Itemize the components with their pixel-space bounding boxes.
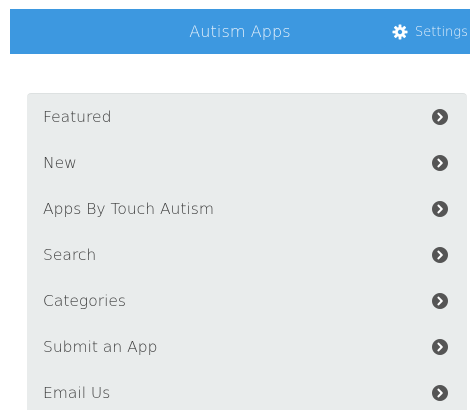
- chevron-right-circle-icon: [432, 293, 448, 309]
- menu-item-label: Apps By Touch Autism: [43, 200, 214, 218]
- gear-icon: [392, 24, 408, 40]
- menu-item-new[interactable]: New: [27, 140, 467, 186]
- menu-item-search[interactable]: Search: [27, 232, 467, 278]
- menu-item-label: Search: [43, 246, 97, 264]
- main-menu: Featured New Apps By Touch Autism Search: [27, 93, 467, 410]
- settings-button[interactable]: Settings: [382, 17, 470, 47]
- menu-item-apps-by-touch-autism[interactable]: Apps By Touch Autism: [27, 186, 467, 232]
- chevron-right-circle-icon: [432, 339, 448, 355]
- menu-item-featured[interactable]: Featured: [27, 94, 467, 140]
- chevron-right-circle-icon: [432, 385, 448, 401]
- navigation-bar: Autism Apps Settings: [10, 9, 470, 54]
- chevron-right-circle-icon: [432, 247, 448, 263]
- menu-item-label: Email Us: [43, 384, 111, 402]
- menu-item-email-us[interactable]: Email Us: [27, 370, 467, 410]
- menu-item-categories[interactable]: Categories: [27, 278, 467, 324]
- settings-label: Settings: [415, 24, 468, 40]
- menu-item-label: Submit an App: [43, 338, 158, 356]
- menu-item-label: New: [43, 154, 77, 172]
- chevron-right-circle-icon: [432, 109, 448, 125]
- menu-item-submit-an-app[interactable]: Submit an App: [27, 324, 467, 370]
- chevron-right-circle-icon: [432, 155, 448, 171]
- app-screen: Autism Apps Settings Featured New Apps B…: [0, 0, 470, 410]
- menu-item-label: Categories: [43, 292, 127, 310]
- menu-item-label: Featured: [43, 108, 112, 126]
- chevron-right-circle-icon: [432, 201, 448, 217]
